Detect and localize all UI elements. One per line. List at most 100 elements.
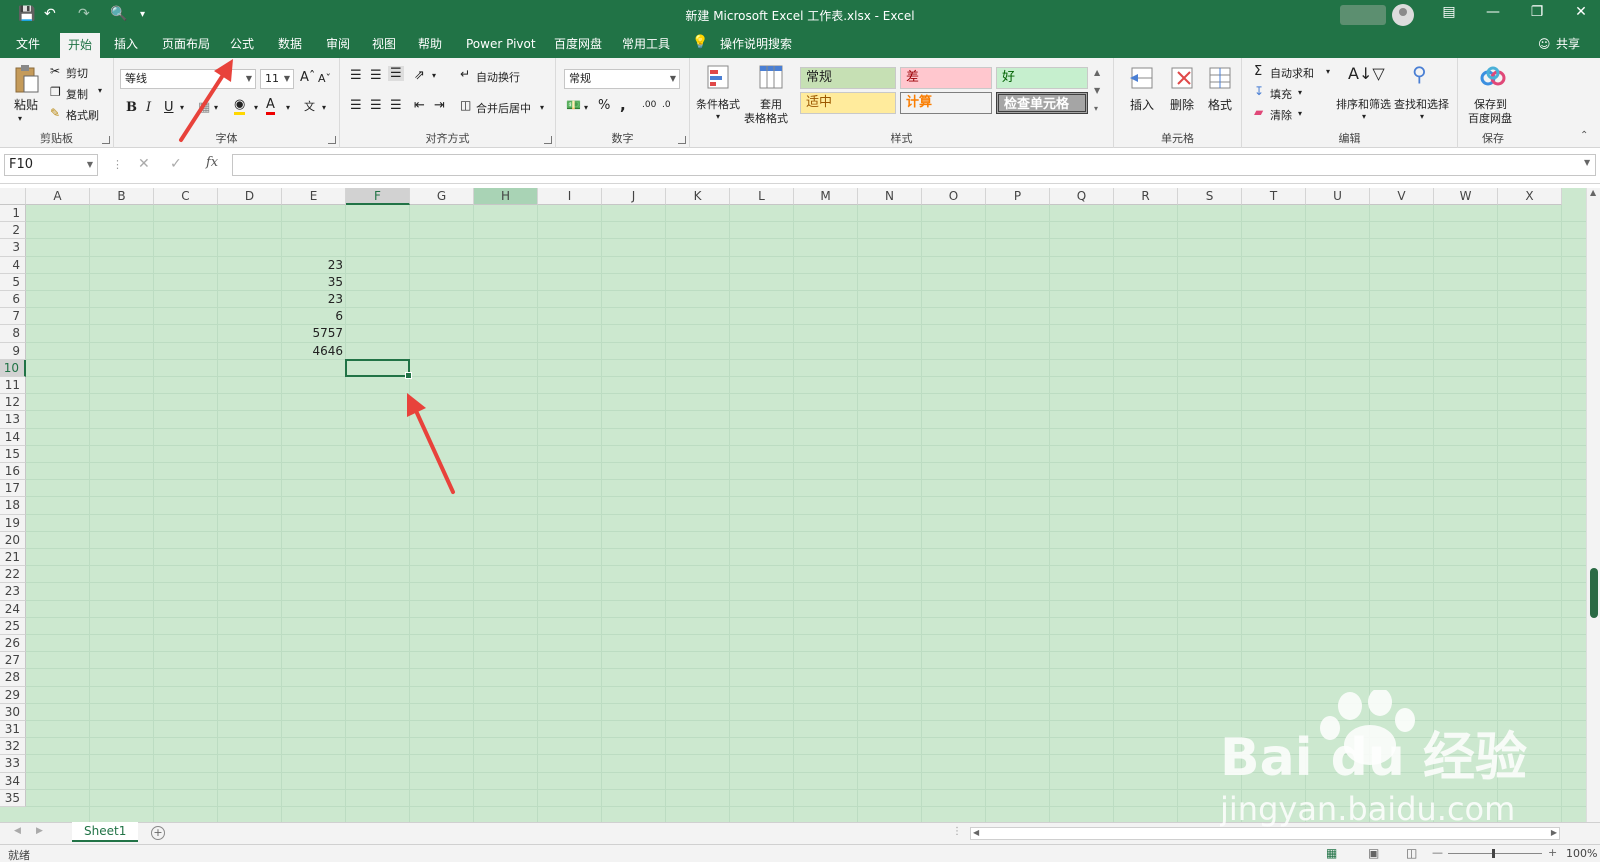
row-header-9[interactable]: 9 xyxy=(0,342,26,360)
zoom-in-icon[interactable]: + xyxy=(1548,846,1557,859)
row-header-23[interactable]: 23 xyxy=(0,583,26,601)
tab-view[interactable]: 视图 xyxy=(364,30,404,58)
minimize-icon[interactable]: — xyxy=(1478,4,1508,20)
column-header-q[interactable]: Q xyxy=(1050,188,1114,205)
find-dropdown-icon[interactable]: ▾ xyxy=(1420,112,1424,121)
zoom-slider[interactable] xyxy=(1448,853,1542,854)
scroll-left-icon[interactable]: ◀ xyxy=(973,828,979,837)
row-header-11[interactable]: 11 xyxy=(0,377,26,395)
tell-me-search[interactable]: 操作说明搜索 xyxy=(712,30,800,58)
cell-e4[interactable]: 23 xyxy=(282,257,343,274)
row-header-33[interactable]: 33 xyxy=(0,755,26,773)
border-dropdown-icon[interactable]: ▾ xyxy=(214,103,218,112)
column-header-u[interactable]: U xyxy=(1306,188,1370,205)
underline-dropdown-icon[interactable]: ▾ xyxy=(180,103,184,112)
decrease-indent-icon[interactable]: ⇤ xyxy=(414,98,425,113)
tab-page-layout[interactable]: 页面布局 xyxy=(154,30,218,58)
decrease-decimal-icon[interactable]: .0 xyxy=(662,100,671,110)
style-bad[interactable]: 差 xyxy=(900,67,992,89)
accounting-dropdown-icon[interactable]: ▾ xyxy=(584,103,588,112)
row-header-30[interactable]: 30 xyxy=(0,703,26,721)
tab-file[interactable]: 文件 xyxy=(8,30,48,58)
format-as-table-icon[interactable] xyxy=(758,64,786,92)
styles-scroll-down-icon[interactable]: ▼ xyxy=(1094,86,1100,95)
row-header-21[interactable]: 21 xyxy=(0,549,26,567)
next-sheet-icon[interactable]: ▶ xyxy=(36,826,43,836)
tab-formulas[interactable]: 公式 xyxy=(222,30,262,58)
autosum-dropdown-icon[interactable]: ▾ xyxy=(1326,67,1330,76)
share-button[interactable]: 共享 xyxy=(1548,30,1588,58)
cell-e8[interactable]: 5757 xyxy=(282,325,343,342)
row-header-20[interactable]: 20 xyxy=(0,531,26,549)
formula-input[interactable] xyxy=(232,154,1596,176)
decrease-font-icon[interactable]: Aˇ xyxy=(318,72,331,85)
clear-dropdown-icon[interactable]: ▾ xyxy=(1298,109,1302,118)
row-header-19[interactable]: 19 xyxy=(0,514,26,532)
column-header-c[interactable]: C xyxy=(154,188,218,205)
active-cell-f10[interactable] xyxy=(345,358,412,380)
conditional-dropdown-icon[interactable]: ▾ xyxy=(716,112,720,121)
add-sheet-icon[interactable]: + xyxy=(151,826,165,840)
align-center-icon[interactable]: ☰ xyxy=(370,98,382,113)
row-header-29[interactable]: 29 xyxy=(0,686,26,704)
account-avatar-icon[interactable] xyxy=(1392,4,1414,26)
page-layout-view-icon[interactable]: ▣ xyxy=(1368,846,1379,860)
name-box[interactable]: F10 ▼ xyxy=(4,154,98,176)
zoom-level[interactable]: 100% xyxy=(1566,847,1597,860)
merge-dropdown-icon[interactable]: ▾ xyxy=(540,103,544,112)
font-color-dropdown-icon[interactable]: ▾ xyxy=(286,103,290,112)
tab-common-tools[interactable]: 常用工具 xyxy=(614,30,678,58)
alignment-launcher-icon[interactable] xyxy=(544,136,552,144)
vertical-scroll-thumb[interactable] xyxy=(1590,568,1598,618)
row-header-26[interactable]: 26 xyxy=(0,635,26,653)
row-header-6[interactable]: 6 xyxy=(0,291,26,309)
row-header-13[interactable]: 13 xyxy=(0,411,26,429)
row-header-8[interactable]: 8 xyxy=(0,325,26,343)
scroll-up-icon[interactable]: ▲ xyxy=(1590,188,1596,197)
confirm-entry-icon[interactable]: ✓ xyxy=(170,156,182,172)
number-format-select[interactable]: 常规 ▼ xyxy=(564,69,680,89)
copy-dropdown-icon[interactable]: ▾ xyxy=(98,86,102,95)
fill-dropdown-icon[interactable]: ▾ xyxy=(1298,88,1302,97)
cut-button[interactable]: 剪切 xyxy=(66,65,88,81)
prev-sheet-icon[interactable]: ◀ xyxy=(14,826,21,836)
vertical-scrollbar[interactable]: ▲ xyxy=(1586,188,1600,822)
font-size-select[interactable]: 11 ▼ xyxy=(260,69,294,89)
autosum-button[interactable]: 自动求和 xyxy=(1270,65,1314,81)
horizontal-scrollbar[interactable]: ◀ ▶ xyxy=(970,827,1560,840)
column-header-v[interactable]: V xyxy=(1370,188,1434,205)
row-header-1[interactable]: 1 xyxy=(0,205,26,223)
row-header-15[interactable]: 15 xyxy=(0,445,26,463)
expand-formula-bar-icon[interactable]: ▼ xyxy=(1584,158,1590,167)
select-all-corner[interactable] xyxy=(0,188,26,205)
font-launcher-icon[interactable] xyxy=(328,136,336,144)
column-header-k[interactable]: K xyxy=(666,188,730,205)
row-header-14[interactable]: 14 xyxy=(0,428,26,446)
increase-decimal-icon[interactable]: .00 xyxy=(642,100,656,110)
row-header-12[interactable]: 12 xyxy=(0,394,26,412)
row-header-25[interactable]: 25 xyxy=(0,617,26,635)
insert-function-icon[interactable]: fx xyxy=(206,155,218,170)
format-cells-icon[interactable] xyxy=(1206,64,1234,92)
align-middle-icon[interactable]: ☰ xyxy=(370,68,382,83)
row-header-3[interactable]: 3 xyxy=(0,239,26,257)
column-header-w[interactable]: W xyxy=(1434,188,1498,205)
conditional-formatting-button[interactable]: 条件格式 xyxy=(696,96,740,112)
row-header-18[interactable]: 18 xyxy=(0,497,26,515)
row-header-2[interactable]: 2 xyxy=(0,222,26,240)
normal-view-icon[interactable]: ▦ xyxy=(1326,846,1337,860)
row-header-32[interactable]: 32 xyxy=(0,738,26,756)
tab-split-icon[interactable]: ⋮ xyxy=(952,826,962,837)
format-cells-button[interactable]: 格式 xyxy=(1208,96,1232,113)
worksheet-grid[interactable]: ABCDEFGHIJKLMNOPQRSTUVWX 1 2 3 4 5 6 7 8 9 10 11 12… xyxy=(0,188,1586,822)
cancel-entry-icon[interactable]: ✕ xyxy=(138,156,150,172)
column-header-x[interactable]: X xyxy=(1498,188,1562,205)
find-select-button[interactable]: 查找和选择 xyxy=(1394,96,1449,112)
column-header-n[interactable]: N xyxy=(858,188,922,205)
delete-cells-icon[interactable] xyxy=(1168,64,1196,92)
orientation-dropdown-icon[interactable]: ▾ xyxy=(432,71,436,80)
style-calculation[interactable]: 计算 xyxy=(900,92,992,114)
restore-icon[interactable]: ❐ xyxy=(1522,4,1552,20)
align-left-icon[interactable]: ☰ xyxy=(350,98,362,113)
column-header-b[interactable]: B xyxy=(90,188,154,205)
